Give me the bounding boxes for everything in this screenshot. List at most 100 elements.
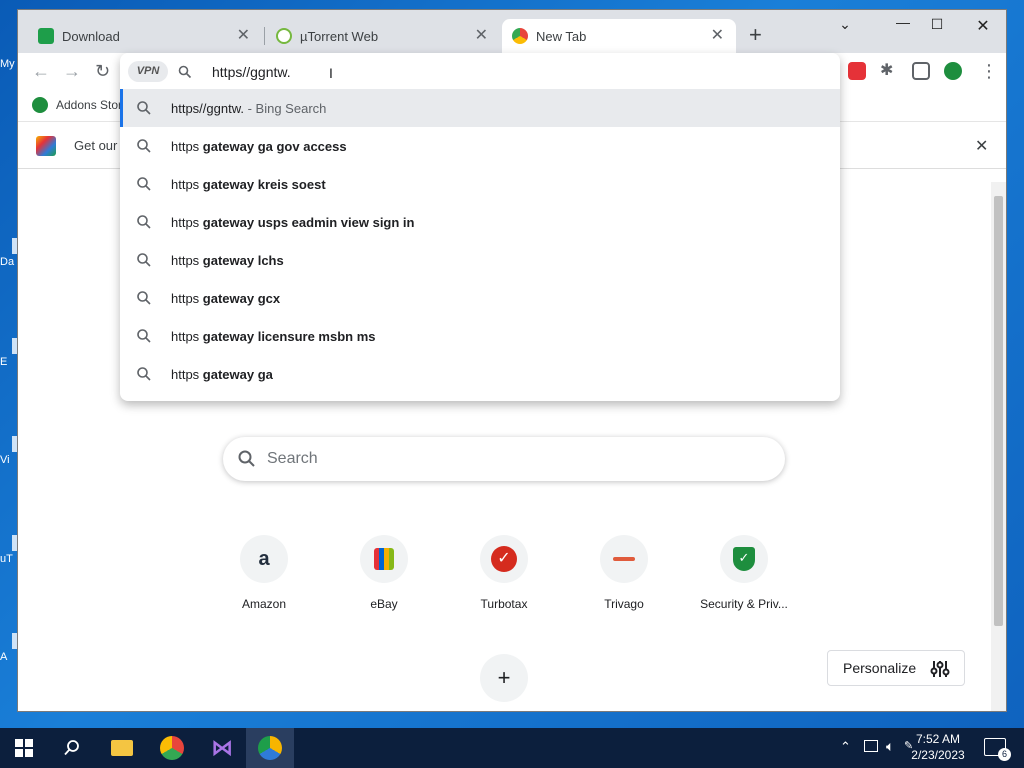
shortcut-trivago[interactable]: Trivago bbox=[568, 535, 680, 611]
side-panel-icon[interactable] bbox=[912, 62, 930, 80]
desktop-icon[interactable]: E bbox=[0, 338, 18, 368]
omnibox-suggestion[interactable]: https gateway licensure msbn ms bbox=[120, 317, 840, 355]
file-explorer-button[interactable] bbox=[98, 728, 146, 768]
newtab-search-box[interactable]: Search bbox=[223, 437, 785, 481]
notification-count: 6 bbox=[998, 748, 1011, 761]
tab-title: Download bbox=[62, 28, 120, 44]
addons-store-icon bbox=[32, 97, 48, 113]
suggestion-bold: gateway ga gov access bbox=[202, 139, 347, 154]
shield-extension-icon[interactable] bbox=[944, 62, 962, 80]
close-icon[interactable]: ✕ bbox=[237, 28, 250, 44]
desktop-icon-label: My bbox=[0, 58, 15, 70]
shortcut-label: Amazon bbox=[241, 597, 287, 611]
desktop-icon[interactable]: A bbox=[0, 633, 18, 663]
search-icon bbox=[64, 740, 79, 756]
omnibox-suggestion[interactable]: https gateway gcx bbox=[120, 279, 840, 317]
omnibox[interactable]: VPN https//ggntw. I bbox=[120, 53, 840, 91]
tab-search-icon[interactable]: ⌄ bbox=[830, 16, 860, 36]
tab-title: New Tab bbox=[536, 28, 587, 44]
desktop-icon[interactable]: uT bbox=[0, 535, 18, 565]
suggestion-bold: gateway lchs bbox=[202, 253, 284, 268]
suggestion-plain: https bbox=[171, 177, 203, 192]
tab-new-tab[interactable]: New Tab ✕ bbox=[502, 19, 736, 53]
desktop-icon[interactable]: My bbox=[0, 58, 18, 70]
suggestion-text: https gateway ga bbox=[171, 367, 273, 382]
suggestion-bold: gateway licensure msbn ms bbox=[202, 329, 376, 344]
browser-taskbar-button[interactable] bbox=[246, 728, 294, 768]
infobar-close-icon[interactable]: ✕ bbox=[975, 136, 988, 156]
utorrent-favicon bbox=[276, 28, 292, 44]
ublock-extension-icon[interactable] bbox=[848, 62, 866, 80]
reload-button[interactable]: ↻ bbox=[95, 62, 110, 80]
chrome-favicon bbox=[512, 28, 528, 44]
suggestion-plain: https bbox=[171, 329, 203, 344]
close-icon[interactable]: ✕ bbox=[475, 28, 488, 44]
folder-icon bbox=[111, 740, 133, 756]
desktop-icon[interactable]: Vi bbox=[0, 436, 18, 466]
suggestion-plain: https bbox=[171, 253, 203, 268]
personalize-button[interactable]: Personalize bbox=[827, 650, 965, 686]
shortcut-security[interactable]: ✓ Security & Priv... bbox=[688, 535, 800, 611]
taskbar-search-button[interactable] bbox=[48, 728, 96, 768]
shortcut-turbotax[interactable]: ✓ Turbotax bbox=[448, 535, 560, 611]
forward-button[interactable]: → bbox=[63, 62, 81, 80]
chrome-taskbar-button[interactable] bbox=[148, 728, 196, 768]
page-scrollbar[interactable] bbox=[991, 182, 1006, 711]
notification-center-button[interactable]: 6 bbox=[984, 738, 1011, 761]
suggestion-bold: gateway usps eadmin view sign in bbox=[202, 215, 415, 230]
search-icon bbox=[137, 101, 151, 115]
suggestion-plain: https bbox=[171, 291, 203, 306]
shortcut-label: Security & Priv... bbox=[700, 597, 788, 611]
text-cursor-icon: I bbox=[329, 65, 333, 81]
back-button[interactable]: ← bbox=[32, 62, 50, 80]
search-placeholder: Search bbox=[267, 450, 318, 467]
windows-logo-icon bbox=[15, 739, 33, 757]
shortcut-label: Trivago bbox=[604, 597, 644, 611]
omnibox-suggestion[interactable]: https//ggntw. - Bing Search bbox=[120, 89, 840, 127]
omnibox-suggestion[interactable]: https gateway lchs bbox=[120, 241, 840, 279]
volume-icon[interactable]: 🔈︎ bbox=[886, 738, 894, 755]
omnibox-suggestion[interactable]: https gateway usps eadmin view sign in bbox=[120, 203, 840, 241]
shortcut-ebay[interactable]: eBay bbox=[328, 535, 440, 611]
trivago-icon bbox=[600, 535, 648, 583]
start-button[interactable] bbox=[0, 728, 48, 768]
omnibox-suggestion[interactable]: https gateway kreis soest bbox=[120, 165, 840, 203]
suggestion-plain: https bbox=[171, 139, 203, 154]
scrollbar-thumb[interactable] bbox=[994, 196, 1003, 626]
tab-utorrent[interactable]: µTorrent Web ✕ bbox=[266, 19, 500, 53]
search-icon bbox=[238, 450, 255, 467]
download-favicon bbox=[38, 28, 54, 44]
close-icon[interactable]: ✕ bbox=[711, 28, 724, 44]
bookmark-addons-store[interactable]: Addons Stor bbox=[32, 97, 122, 113]
shortcut-amazon[interactable]: a Amazon bbox=[208, 535, 320, 611]
tab-title: µTorrent Web bbox=[300, 28, 379, 44]
network-icon[interactable] bbox=[864, 740, 878, 752]
search-icon bbox=[137, 139, 151, 153]
minimize-button[interactable]: — bbox=[888, 14, 918, 34]
add-shortcut-button[interactable]: + bbox=[480, 654, 528, 702]
close-window-button[interactable]: ✕ bbox=[968, 16, 998, 36]
vpn-badge[interactable]: VPN bbox=[128, 61, 168, 82]
suggestion-text: https gateway licensure msbn ms bbox=[171, 329, 375, 344]
suggestion-plain: https bbox=[171, 367, 203, 382]
chevron-up-icon[interactable]: ⌃ bbox=[840, 739, 851, 755]
visual-studio-taskbar-button[interactable]: ⋈ bbox=[198, 728, 246, 768]
desktop-icon-label: Vi bbox=[0, 454, 10, 466]
search-icon bbox=[137, 177, 151, 191]
desktop-icon[interactable]: Da bbox=[0, 238, 18, 268]
maximize-button[interactable]: ☐ bbox=[922, 16, 952, 36]
omnibox-input[interactable]: https//ggntw. bbox=[212, 64, 291, 80]
menu-kebab-icon[interactable]: ⋮ bbox=[980, 62, 998, 80]
shortcut-label: Turbotax bbox=[480, 597, 528, 611]
search-icon bbox=[178, 65, 192, 79]
omnibox-suggestion[interactable]: https gateway ga bbox=[120, 355, 840, 393]
suggestion-text: https gateway gcx bbox=[171, 291, 280, 306]
turbotax-icon: ✓ bbox=[480, 535, 528, 583]
tab-download[interactable]: Download ✕ bbox=[28, 19, 262, 53]
omnibox-suggestion[interactable]: https gateway ga gov access bbox=[120, 127, 840, 165]
extensions-puzzle-icon[interactable]: ✱ bbox=[880, 60, 898, 79]
clock[interactable]: 7:52 AM 2/23/2023 bbox=[908, 732, 968, 762]
avg-logo-icon bbox=[36, 136, 56, 156]
new-tab-button[interactable]: + bbox=[749, 24, 762, 46]
suggestion-text: https gateway lchs bbox=[171, 253, 284, 268]
